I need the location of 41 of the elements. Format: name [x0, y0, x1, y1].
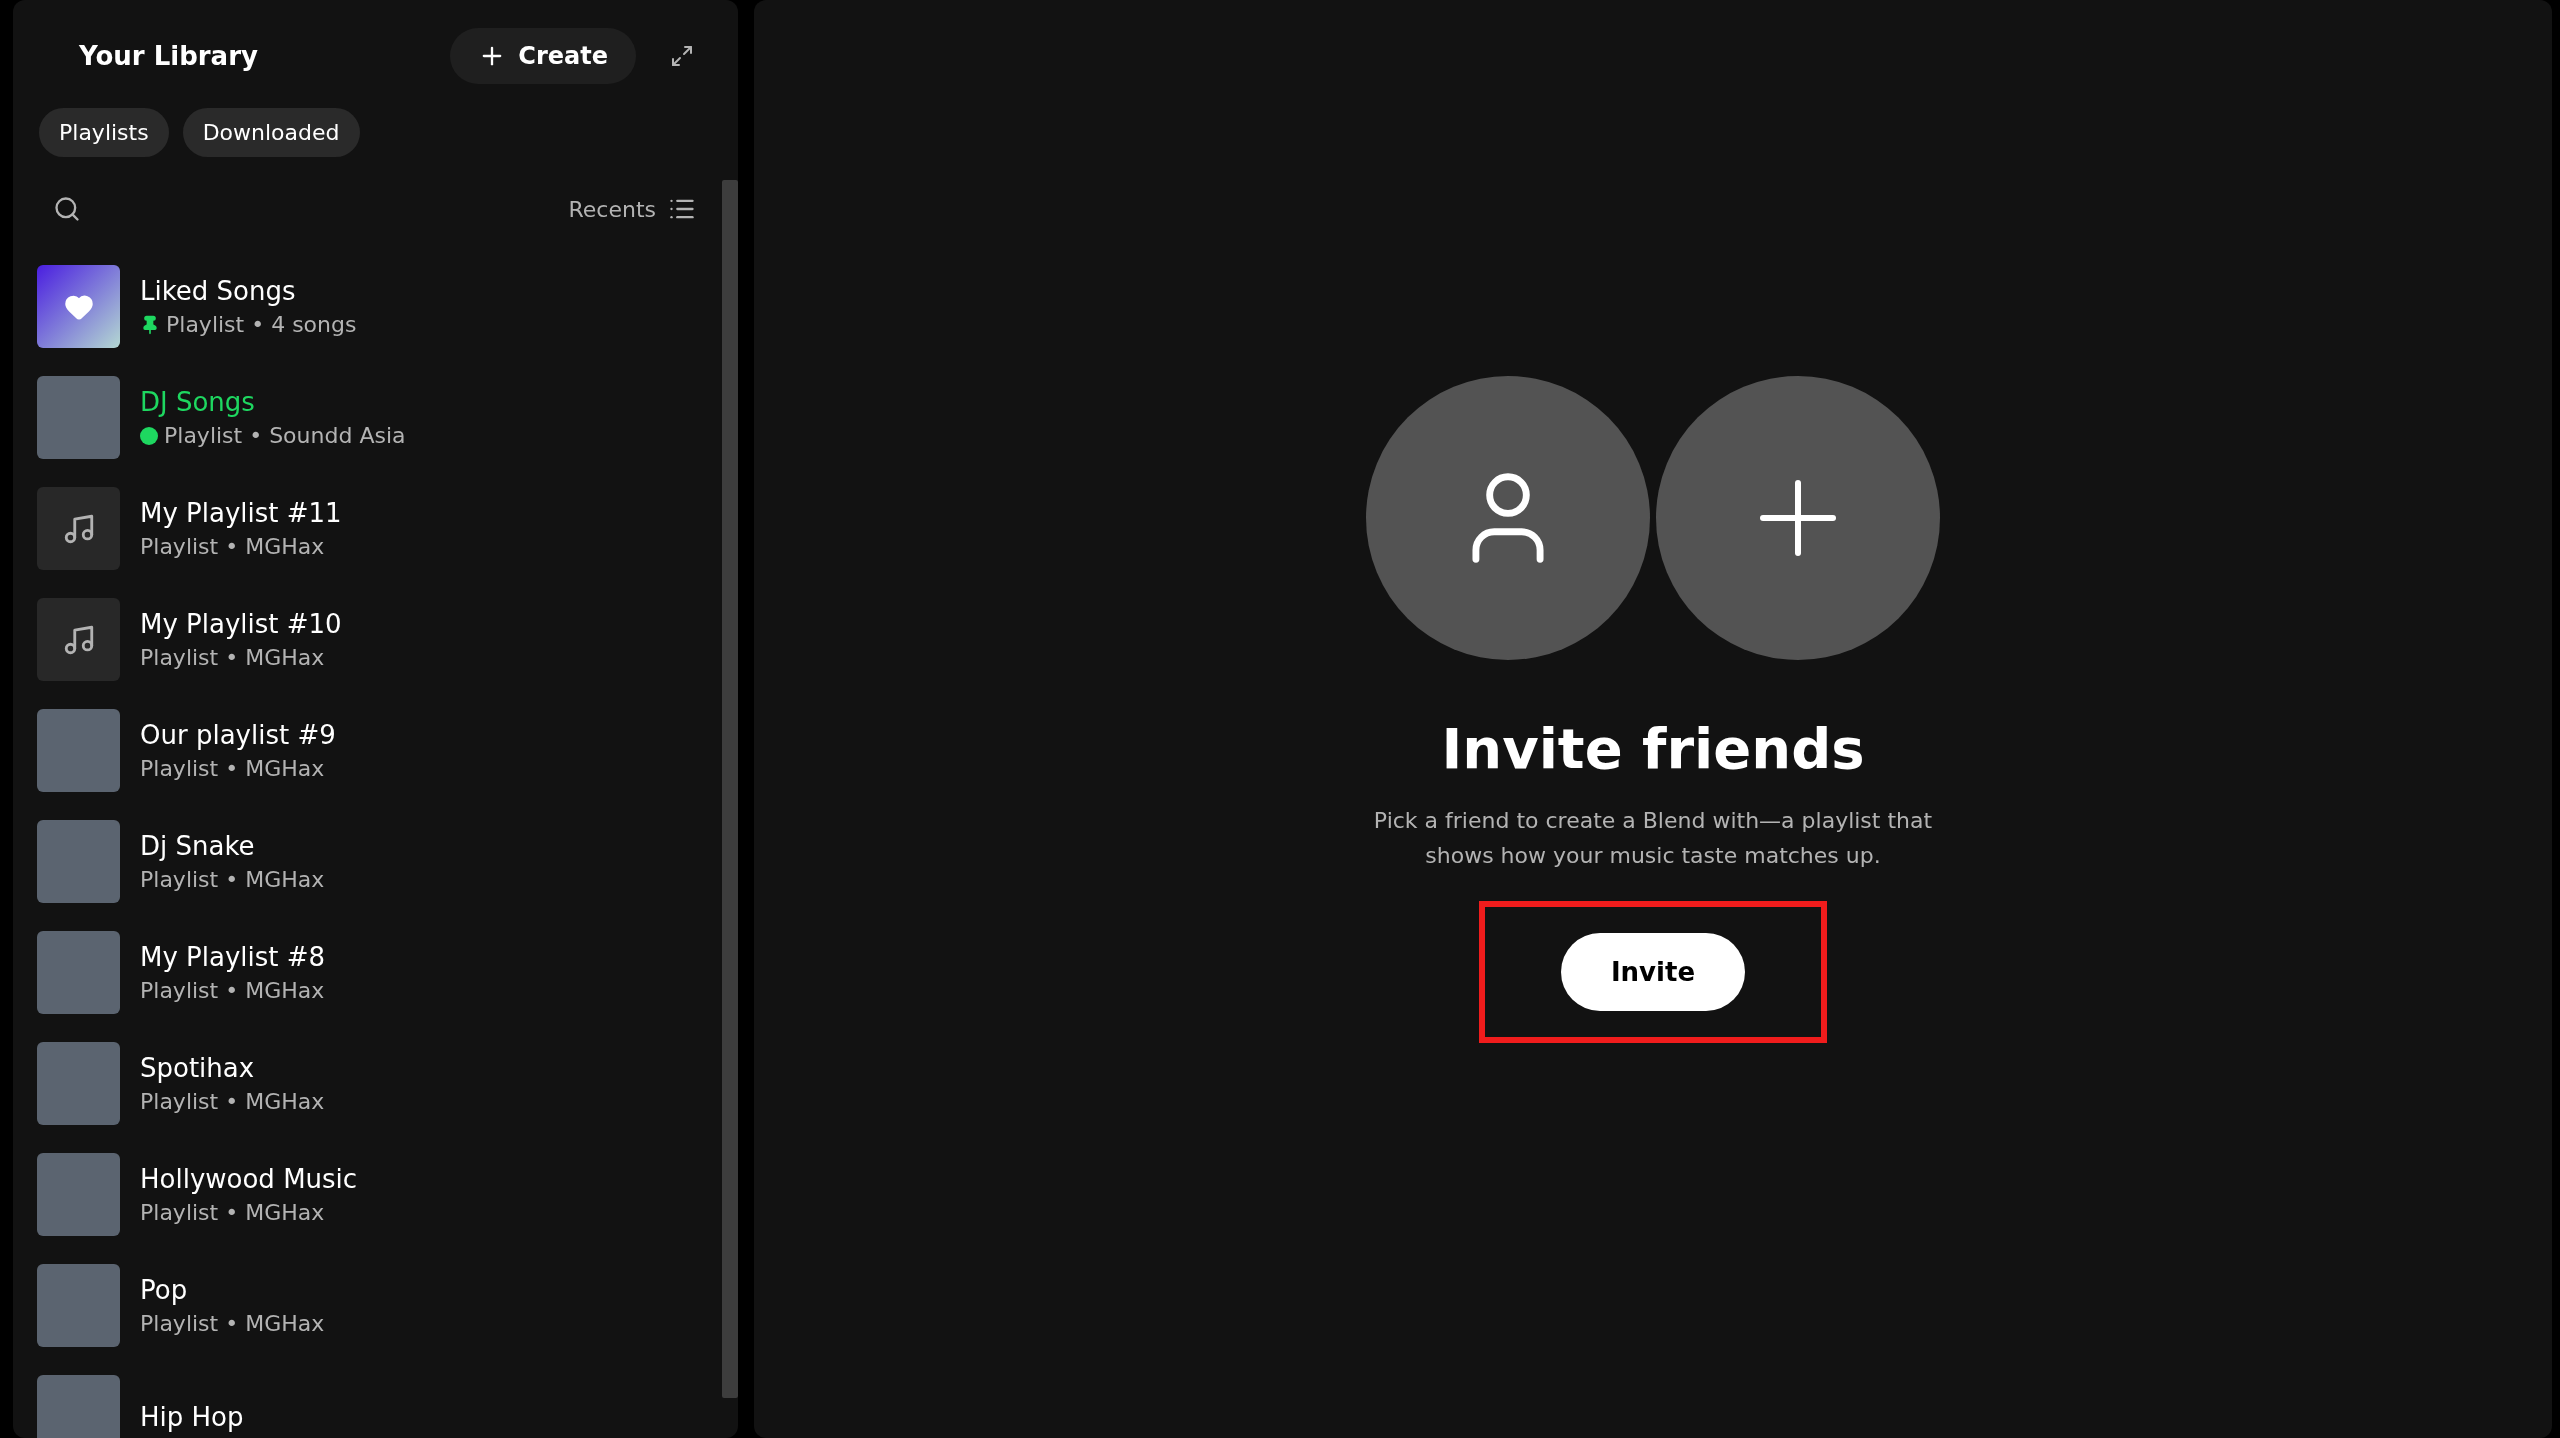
- item-title: My Playlist #10: [140, 609, 342, 639]
- scrollbar[interactable]: [722, 180, 738, 1398]
- library-item[interactable]: Dj Snake Playlist • MGHax: [37, 806, 722, 917]
- library-item[interactable]: Pop Playlist • MGHax: [37, 1250, 722, 1361]
- item-subtitle: Playlist • Soundd Asia: [164, 423, 406, 448]
- library-item[interactable]: My Playlist #11 Playlist • MGHax: [37, 473, 722, 584]
- item-subtitle: Playlist • MGHax: [140, 756, 325, 781]
- library-item[interactable]: Hip Hop: [37, 1361, 722, 1438]
- invite-button[interactable]: Invite: [1560, 933, 1746, 1012]
- item-subtitle: Playlist • 4 songs: [166, 312, 357, 337]
- library-item[interactable]: My Playlist #10 Playlist • MGHax: [37, 584, 722, 695]
- item-title: Dj Snake: [140, 831, 256, 861]
- item-subtitle: Playlist • MGHax: [140, 1089, 325, 1114]
- item-subtitle: Playlist • MGHax: [140, 978, 325, 1003]
- library-item[interactable]: Liked Songs Playlist • 4 songs: [37, 251, 722, 362]
- item-title: Spotihax: [140, 1053, 256, 1083]
- invite-title: Invite friends: [1441, 716, 1865, 781]
- item-title: Hip Hop: [140, 1401, 244, 1432]
- library-item[interactable]: My Playlist #8 Playlist • MGHax: [37, 917, 722, 1028]
- item-title: Our playlist #9: [140, 720, 336, 750]
- invite-description: Pick a friend to create a Blend with—a playlist that shows how your music taste matches up.: [1372, 807, 1934, 871]
- item-subtitle: Playlist • MGHax: [140, 645, 325, 670]
- item-subtitle: Playlist • MGHax: [140, 867, 325, 892]
- filter-chip[interactable]: Downloaded: [182, 108, 360, 157]
- library-title: Your Library: [79, 41, 259, 71]
- item-subtitle: Playlist • MGHax: [140, 1200, 325, 1225]
- library-item[interactable]: Our playlist #9 Playlist • MGHax: [37, 695, 722, 806]
- item-subtitle: Playlist • MGHax: [140, 534, 325, 559]
- item-title: DJ Songs: [140, 387, 256, 417]
- create-button[interactable]: Create: [450, 28, 636, 84]
- item-title: My Playlist #11: [140, 498, 342, 528]
- item-title: Hollywood Music: [140, 1164, 358, 1194]
- item-title: Liked Songs: [140, 276, 297, 306]
- library-item[interactable]: Spotihax Playlist • MGHax: [37, 1028, 722, 1139]
- item-subtitle: Playlist • MGHax: [140, 1311, 325, 1336]
- library-item[interactable]: DJ Songs Playlist • Soundd Asia: [37, 362, 722, 473]
- item-title: My Playlist #8: [140, 942, 326, 972]
- library-item[interactable]: Hollywood Music Playlist • MGHax: [37, 1139, 722, 1250]
- filter-chip[interactable]: Playlists: [39, 108, 169, 157]
- sort-button[interactable]: Recents: [562, 194, 702, 224]
- item-title: Pop: [140, 1275, 189, 1305]
